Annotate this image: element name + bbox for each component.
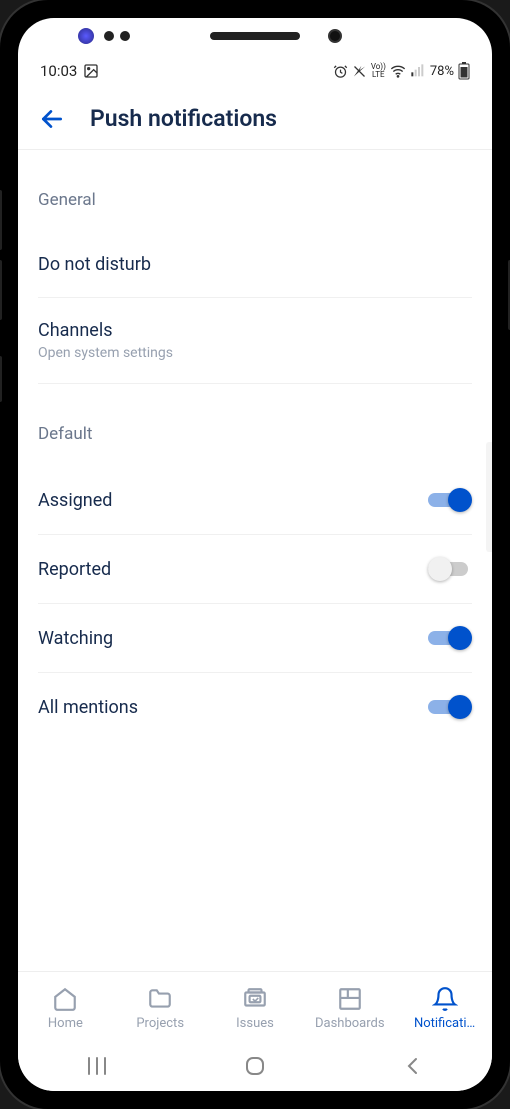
- status-right: Vo))LTE 78%: [333, 62, 470, 80]
- section-header-general: General: [38, 150, 472, 232]
- volume-down-button[interactable]: [0, 260, 2, 320]
- nav-label: Home: [44, 1016, 87, 1031]
- folder-icon: [147, 986, 173, 1012]
- nav-label: Issues: [232, 1016, 278, 1031]
- row-all-mentions[interactable]: All mentions: [38, 673, 472, 741]
- toggle-all-mentions[interactable]: [428, 695, 472, 719]
- row-watching[interactable]: Watching: [38, 604, 472, 673]
- volte-icon: Vo))LTE: [371, 63, 386, 79]
- nav-issues[interactable]: Issues: [208, 972, 303, 1045]
- row-label: All mentions: [38, 697, 138, 718]
- back-button[interactable]: [32, 99, 72, 139]
- row-assigned[interactable]: Assigned: [38, 466, 472, 535]
- nav-label: Dashboards: [311, 1016, 389, 1031]
- row-reported[interactable]: Reported: [38, 535, 472, 604]
- home-button[interactable]: [243, 1054, 267, 1082]
- section-header-default: Default: [38, 384, 472, 466]
- vibrate-icon: [352, 64, 367, 79]
- page-title: Push notifications: [90, 105, 277, 132]
- arrow-left-icon: [39, 106, 65, 132]
- row-label: Assigned: [38, 490, 112, 511]
- sensor-icon: [104, 31, 114, 41]
- home-nav-icon: [243, 1054, 267, 1078]
- wifi-icon: [390, 63, 406, 79]
- nav-label: Projects: [132, 1016, 188, 1031]
- app-header: Push notifications: [18, 88, 492, 150]
- row-sublabel: Open system settings: [38, 345, 173, 361]
- notch-bar: [18, 18, 492, 54]
- bixby-button[interactable]: [0, 356, 2, 402]
- toggle-assigned[interactable]: [428, 488, 472, 512]
- sensor-icon: [120, 31, 130, 41]
- dashboard-icon: [337, 986, 363, 1012]
- back-nav-button[interactable]: [401, 1054, 425, 1082]
- nav-projects[interactable]: Projects: [113, 972, 208, 1045]
- row-do-not-disturb[interactable]: Do not disturb: [38, 232, 472, 298]
- nav-label: Notificati…: [410, 1016, 479, 1031]
- bell-icon: [432, 986, 458, 1012]
- bottom-nav: Home Projects Issues Dashboards Notifica…: [18, 971, 492, 1045]
- home-icon: [52, 986, 78, 1012]
- content[interactable]: General Do not disturb Channels Open sys…: [18, 150, 492, 971]
- nav-home[interactable]: Home: [18, 972, 113, 1045]
- image-icon: [83, 63, 99, 79]
- row-label: Watching: [38, 628, 113, 649]
- issues-icon: [242, 986, 268, 1012]
- back-nav-icon: [401, 1054, 425, 1078]
- row-label: Channels: [38, 320, 173, 341]
- battery-percentage: 78%: [430, 64, 454, 79]
- battery-icon: [458, 62, 470, 80]
- status-left: 10:03: [40, 62, 99, 80]
- nav-dashboards[interactable]: Dashboards: [302, 972, 397, 1045]
- row-label: Reported: [38, 559, 111, 580]
- speaker-icon: [210, 32, 300, 40]
- row-label: Do not disturb: [38, 254, 151, 275]
- front-camera-icon: [328, 29, 342, 43]
- nav-notifications[interactable]: Notificati…: [397, 972, 492, 1045]
- status-bar: 10:03 Vo))LTE 78%: [18, 54, 492, 88]
- edge-panel-handle[interactable]: [486, 442, 492, 552]
- toggle-reported[interactable]: [428, 557, 472, 581]
- toggle-watching[interactable]: [428, 626, 472, 650]
- signal-icon: [410, 63, 426, 79]
- phone-frame: 10:03 Vo))LTE 78% Push notifications Gen…: [0, 0, 510, 1109]
- status-time: 10:03: [40, 62, 77, 80]
- row-channels[interactable]: Channels Open system settings: [38, 298, 472, 384]
- alarm-icon: [333, 64, 348, 79]
- recents-button[interactable]: [85, 1056, 109, 1080]
- row-text: Channels Open system settings: [38, 320, 173, 361]
- recents-icon: [85, 1056, 109, 1076]
- phone-screen: 10:03 Vo))LTE 78% Push notifications Gen…: [18, 18, 492, 1091]
- system-nav: [18, 1045, 492, 1091]
- volume-up-button[interactable]: [0, 190, 2, 250]
- sensor-icon: [78, 28, 94, 44]
